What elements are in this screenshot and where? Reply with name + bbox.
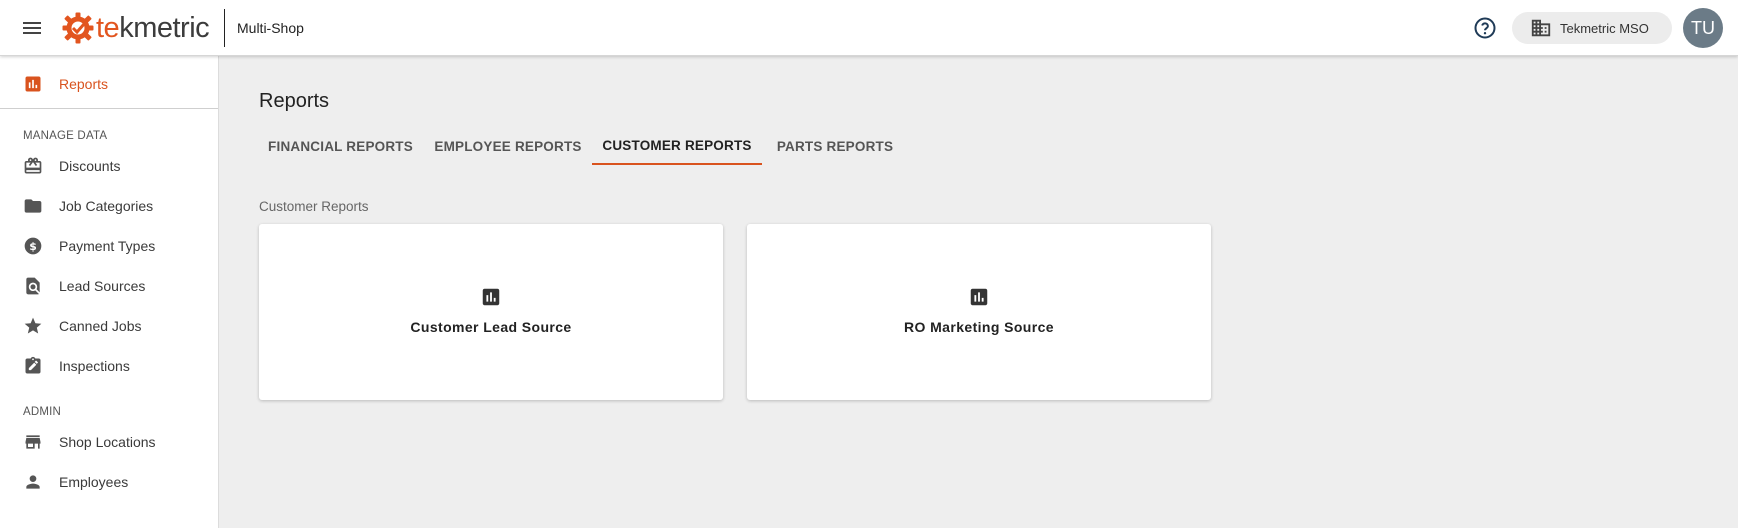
bar-chart-icon bbox=[970, 288, 988, 306]
sidebar-item-label: Canned Jobs bbox=[59, 318, 142, 334]
bar-chart-icon bbox=[25, 76, 41, 92]
sidebar: Reports MANAGE DATA Discounts Job Catego… bbox=[0, 56, 219, 528]
dollar-circle-icon: $ bbox=[24, 237, 42, 255]
admin-heading: ADMIN bbox=[23, 406, 62, 418]
search-document-icon bbox=[26, 277, 40, 295]
svg-text:$: $ bbox=[29, 240, 37, 253]
report-card-customer-lead-source[interactable]: Customer Lead Source bbox=[259, 224, 723, 400]
sidebar-item-label: Discounts bbox=[59, 158, 121, 174]
logo-wordmark: tekmetric bbox=[96, 11, 210, 44]
sidebar-item-label: Reports bbox=[59, 76, 109, 92]
sidebar-item-lead-sources[interactable]: Lead Sources bbox=[0, 268, 218, 304]
sidebar-item-shop-locations[interactable]: Shop Locations bbox=[0, 424, 218, 460]
sidebar-item-label: Payment Types bbox=[59, 238, 156, 254]
store-icon bbox=[25, 435, 41, 449]
bar-chart-icon bbox=[482, 288, 500, 306]
shop-context-label: Multi-Shop bbox=[237, 20, 304, 36]
sidebar-item-label: Lead Sources bbox=[59, 278, 146, 294]
sidebar-item-canned-jobs[interactable]: Canned Jobs bbox=[0, 308, 218, 344]
storefront-icon bbox=[24, 157, 42, 174]
tab-customer-reports[interactable]: CUSTOMER REPORTS bbox=[592, 127, 762, 165]
sidebar-item-payment-types[interactable]: $ Payment Types bbox=[0, 228, 218, 264]
tab-employee-reports[interactable]: EMPLOYEE REPORTS bbox=[426, 127, 590, 165]
sidebar-item-label: Shop Locations bbox=[59, 434, 156, 450]
report-card-ro-marketing-source[interactable]: RO Marketing Source bbox=[747, 224, 1211, 400]
tab-parts-reports[interactable]: PARTS REPORTS bbox=[762, 127, 908, 165]
logo-divider bbox=[224, 9, 225, 47]
menu-icon[interactable] bbox=[20, 16, 44, 40]
sidebar-divider bbox=[0, 108, 218, 109]
report-card-title: Customer Lead Source bbox=[410, 319, 572, 335]
tab-financial-reports[interactable]: FINANCIAL REPORTS bbox=[259, 127, 422, 165]
sidebar-item-employees[interactable]: Employees bbox=[0, 464, 218, 500]
person-icon bbox=[26, 475, 40, 489]
organization-name: Tekmetric MSO bbox=[1560, 20, 1649, 36]
organization-switcher[interactable]: Tekmetric MSO bbox=[1512, 12, 1672, 44]
sidebar-item-inspections[interactable]: Inspections bbox=[0, 348, 218, 384]
top-app-bar: tekmetric Multi-Shop Tekmetric MSO TU bbox=[0, 0, 1738, 56]
checklist-icon bbox=[25, 356, 41, 374]
help-icon[interactable] bbox=[1473, 16, 1497, 40]
star-icon bbox=[24, 317, 42, 334]
tekmetric-logo[interactable]: tekmetric bbox=[62, 9, 210, 47]
folder-icon bbox=[24, 199, 42, 213]
section-label: Customer Reports bbox=[259, 199, 369, 214]
sidebar-item-label: Job Categories bbox=[59, 198, 154, 214]
page-title: Reports bbox=[259, 90, 330, 112]
sidebar-item-discounts[interactable]: Discounts bbox=[0, 148, 218, 184]
manage-data-heading: MANAGE DATA bbox=[23, 130, 108, 142]
sidebar-item-job-categories[interactable]: Job Categories bbox=[0, 188, 218, 224]
sidebar-item-reports[interactable]: Reports bbox=[0, 66, 218, 102]
gear-logo-icon bbox=[62, 12, 94, 44]
main-content: Reports FINANCIAL REPORTS EMPLOYEE REPOR… bbox=[220, 56, 1738, 528]
user-avatar[interactable]: TU bbox=[1683, 8, 1723, 48]
report-card-title: RO Marketing Source bbox=[904, 319, 1054, 335]
building-icon bbox=[1531, 19, 1551, 37]
sidebar-item-label: Employees bbox=[59, 474, 129, 490]
sidebar-item-label: Inspections bbox=[59, 358, 130, 374]
